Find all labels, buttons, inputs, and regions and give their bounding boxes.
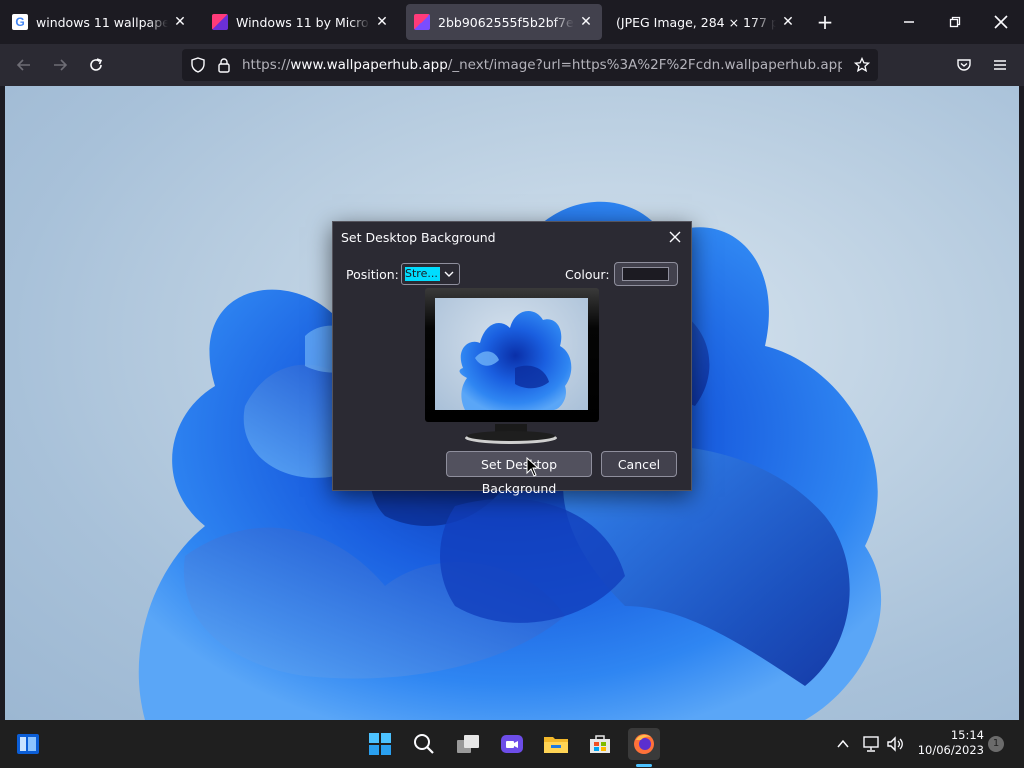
hamburger-menu-icon: [994, 60, 1006, 70]
url-prefix: https://: [242, 57, 291, 73]
firefox-icon: [634, 734, 654, 754]
restore-button[interactable]: [932, 0, 978, 44]
position-selected-value: Stre...: [405, 267, 440, 281]
chat-icon: [501, 735, 523, 753]
close-tab-icon[interactable]: ✕: [578, 14, 594, 30]
site-icon: [212, 14, 228, 30]
dialog-close-button[interactable]: [665, 227, 685, 247]
tab-wallpaper-image[interactable]: 2bb9062555f5b2bf7e5a5f8d ✕: [406, 4, 602, 40]
firefox-button[interactable]: [628, 728, 660, 760]
close-tab-icon[interactable]: ✕: [172, 14, 188, 30]
site-icon: [414, 14, 430, 30]
search-button[interactable]: [408, 728, 440, 760]
store-icon: [590, 735, 610, 753]
close-icon: [669, 231, 681, 243]
preview-wallpaper: [459, 310, 572, 410]
set-desktop-background-button[interactable]: Set Desktop Background: [446, 451, 592, 496]
mouse-cursor-icon: [526, 457, 540, 477]
url-host: www.wallpaperhub.app: [290, 57, 448, 73]
clock-date: 10/06/2023: [917, 743, 984, 757]
search-icon: [414, 734, 434, 754]
forward-arrow-icon: [54, 59, 68, 71]
close-icon: [994, 15, 1008, 29]
widgets-icon: [17, 734, 39, 754]
monitor-preview: [425, 288, 599, 422]
google-icon: [12, 14, 28, 30]
start-button[interactable]: [364, 728, 396, 760]
minimize-button[interactable]: [886, 0, 932, 44]
url-path: /_next/image?url=https%3A%2F%2Fcdn.wallp…: [447, 57, 842, 73]
start-icon: [369, 733, 391, 755]
cancel-button[interactable]: Cancel: [601, 451, 677, 477]
new-tab-button[interactable]: +: [814, 11, 836, 33]
back-button[interactable]: [10, 51, 38, 79]
position-label: Position:: [346, 267, 399, 282]
notification-badge[interactable]: 1: [988, 736, 1004, 752]
clock[interactable]: 15:14 10/06/2023: [914, 728, 984, 758]
set-desktop-background-dialog: Set Desktop Background Position: Stre...…: [332, 221, 692, 496]
shield-icon[interactable]: [190, 57, 206, 73]
tab-jpeg-image[interactable]: (JPEG Image, 284 × 177 pixels) ✕: [608, 4, 804, 40]
widgets-button[interactable]: [12, 728, 44, 760]
file-explorer-icon: [544, 737, 568, 753]
store-button[interactable]: [584, 728, 616, 760]
file-explorer-button[interactable]: [540, 728, 572, 760]
tab-title: Windows 11 by Microsoft | Wallpapers: [236, 14, 370, 30]
reload-icon: [90, 58, 103, 71]
tab-title: 2bb9062555f5b2bf7e5a5f8d: [438, 14, 574, 30]
minimize-icon: [904, 21, 914, 23]
monitor-stand: [465, 424, 557, 444]
colour-label: Colour:: [565, 267, 610, 282]
colour-picker-button[interactable]: [614, 262, 678, 286]
chevron-up-icon[interactable]: [836, 737, 850, 751]
close-tab-icon[interactable]: ✕: [780, 14, 796, 30]
menu-button[interactable]: [986, 51, 1014, 79]
chevron-down-icon: [444, 271, 454, 277]
preview-screen: [435, 298, 588, 410]
chat-button[interactable]: [496, 728, 528, 760]
dialog-title: Set Desktop Background: [341, 230, 496, 245]
navigation-toolbar: https://www.wallpaperhub.app/_next/image…: [0, 44, 1024, 86]
colour-swatch: [622, 267, 669, 281]
tab-title: (JPEG Image, 284 × 177 pixels): [616, 14, 776, 30]
task-view-icon: [457, 735, 479, 753]
forward-button[interactable]: [46, 51, 74, 79]
taskbar: 15:14 10/06/2023 1: [0, 720, 1024, 768]
pocket-icon: [957, 59, 971, 71]
active-indicator: [636, 764, 652, 767]
bookmark-star-icon[interactable]: [854, 57, 870, 73]
address-bar[interactable]: https://www.wallpaperhub.app/_next/image…: [182, 49, 878, 81]
url-text[interactable]: https://www.wallpaperhub.app/_next/image…: [242, 49, 842, 81]
close-window-button[interactable]: [978, 0, 1024, 44]
back-arrow-icon: [16, 59, 30, 71]
position-select[interactable]: Stre...: [401, 263, 460, 285]
lock-icon[interactable]: [216, 57, 232, 73]
network-icon[interactable]: [862, 735, 880, 753]
restore-icon: [949, 16, 961, 28]
tab-microsoft-wallpapers[interactable]: Windows 11 by Microsoft | Wallpapers ✕: [204, 4, 398, 40]
volume-icon[interactable]: [886, 735, 904, 753]
close-tab-icon[interactable]: ✕: [374, 14, 390, 30]
reload-button[interactable]: [82, 51, 110, 79]
clock-time: 15:14: [950, 728, 984, 742]
tab-title: windows 11 wallpaper - Google Search: [36, 14, 168, 30]
task-view-button[interactable]: [452, 728, 484, 760]
pocket-button[interactable]: [950, 51, 978, 79]
tab-strip: windows 11 wallpaper - Google Search ✕ W…: [0, 0, 1024, 44]
tab-google-search[interactable]: windows 11 wallpaper - Google Search ✕: [4, 4, 196, 40]
